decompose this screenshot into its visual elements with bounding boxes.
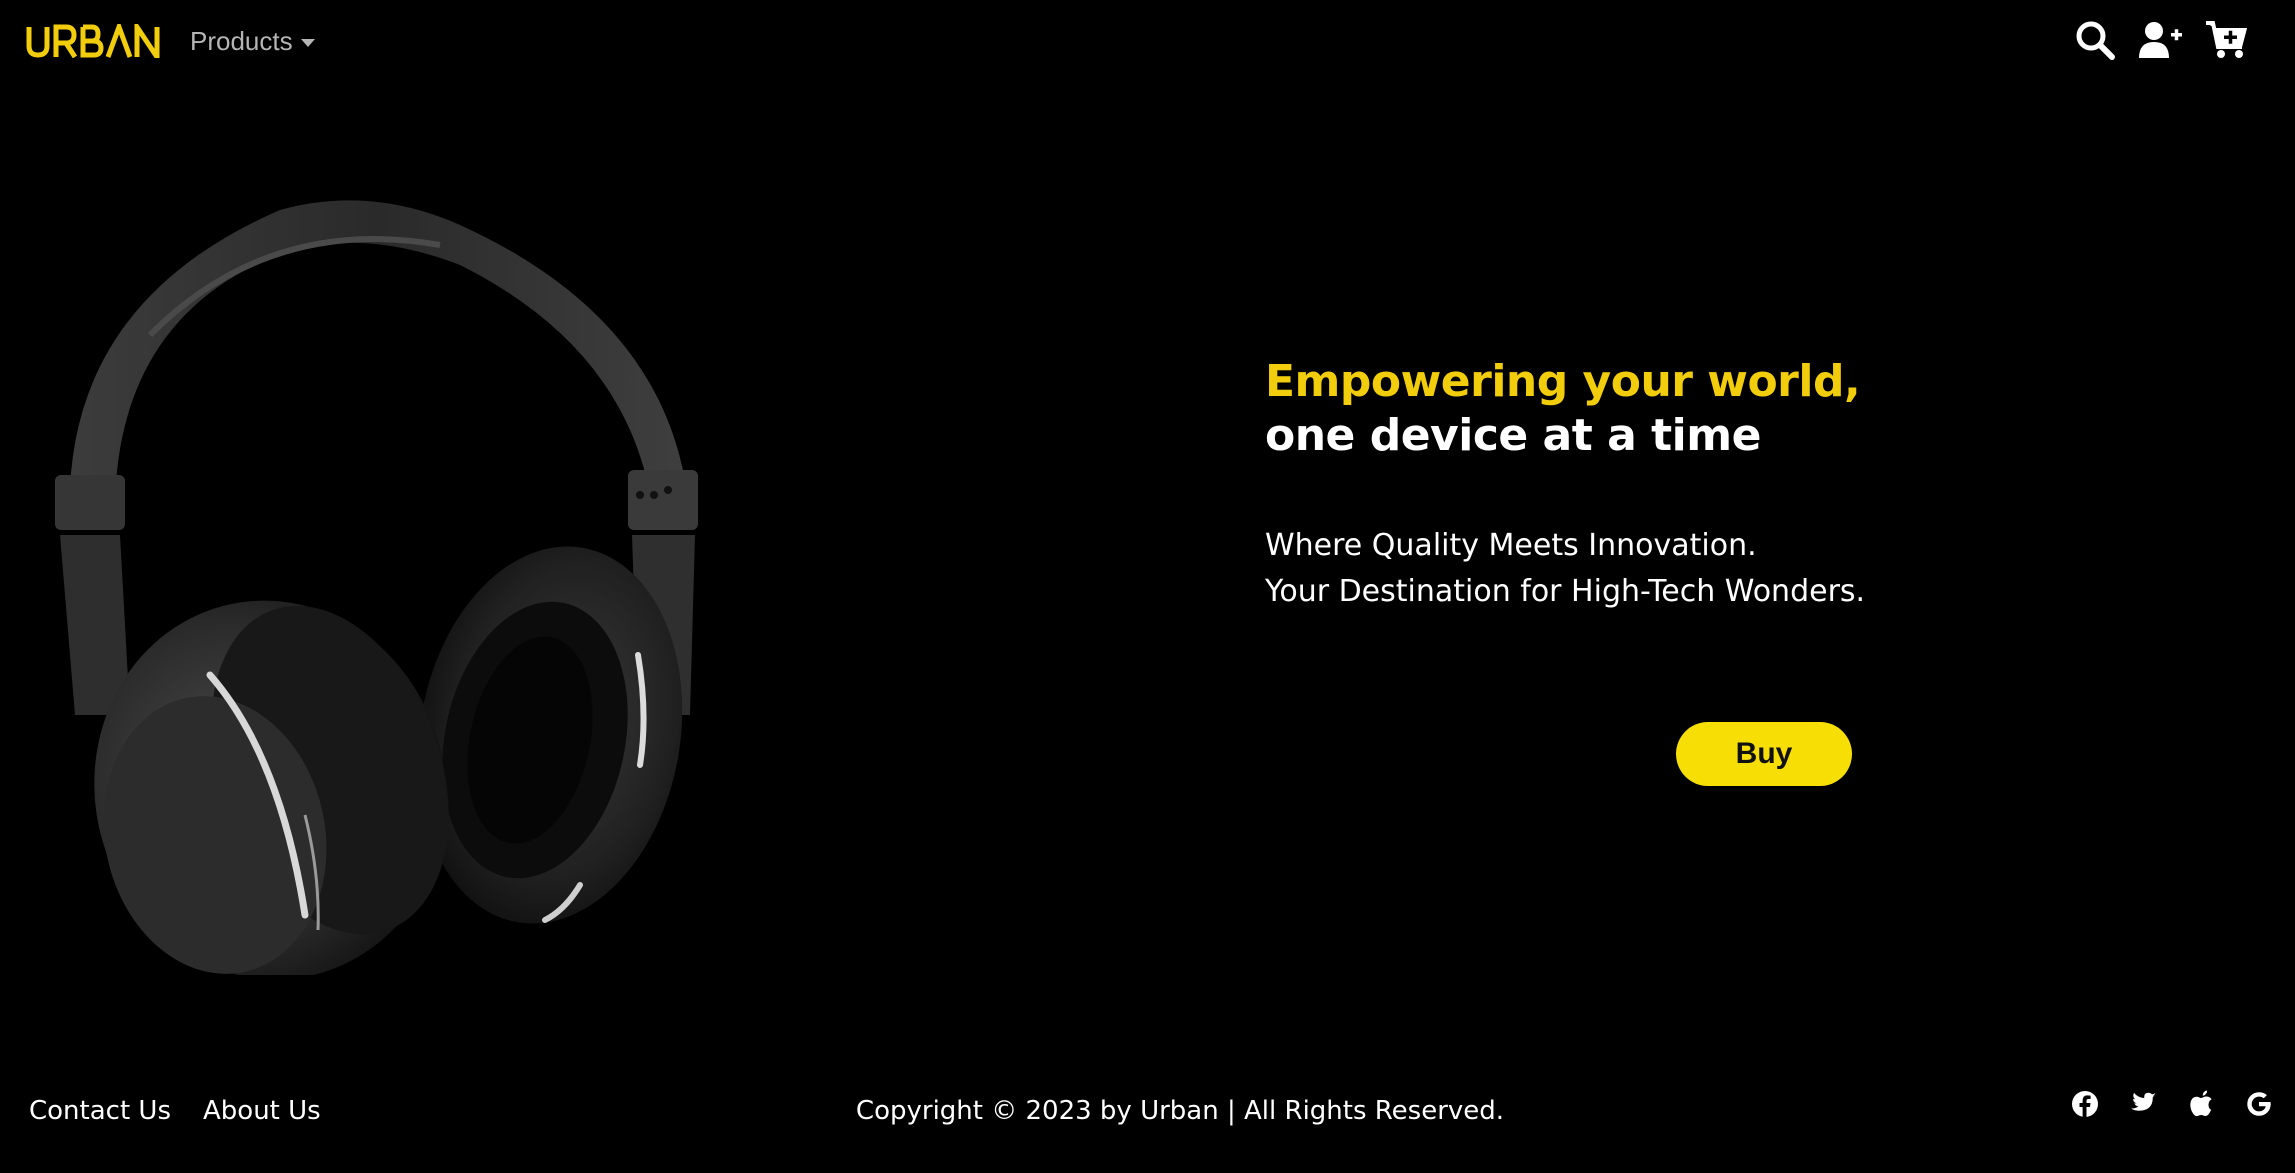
hero-headline: Empowering your world, one device at a t… <box>1265 355 1865 463</box>
headline-rest: one device at a time <box>1265 410 1761 461</box>
apple-icon[interactable] <box>2187 1090 2215 1118</box>
headline-accent: Empowering your world, <box>1265 356 1861 407</box>
urban-logo-icon <box>26 24 160 58</box>
nav-icons <box>2073 18 2249 62</box>
products-dropdown[interactable]: Products <box>190 26 315 57</box>
buy-button[interactable]: Buy <box>1676 722 1852 786</box>
navbar: Products <box>0 0 2295 86</box>
cart-add-icon[interactable] <box>2205 18 2249 62</box>
footer: Contact Us About Us Copyright © 2023 by … <box>0 1080 2295 1140</box>
headphones-image <box>40 195 730 980</box>
social-links <box>2071 1090 2273 1118</box>
add-user-icon[interactable] <box>2139 18 2183 62</box>
google-icon[interactable] <box>2245 1090 2273 1118</box>
products-label: Products <box>190 26 293 56</box>
subline-1: Where Quality Meets Innovation. <box>1265 528 1757 563</box>
copyright-text: Copyright © 2023 by Urban | All Rights R… <box>855 1096 1505 1126</box>
twitter-icon[interactable] <box>2129 1090 2157 1118</box>
facebook-icon[interactable] <box>2071 1090 2099 1118</box>
search-icon[interactable] <box>2073 18 2117 62</box>
hero-subline: Where Quality Meets Innovation. Your Des… <box>1265 523 1865 615</box>
page: Products Empowering your world, one devi… <box>0 0 2295 1173</box>
brand-logo[interactable] <box>26 24 162 58</box>
hero-text: Empowering your world, one device at a t… <box>1265 355 1865 615</box>
subline-2: Your Destination for High-Tech Wonders. <box>1265 574 1866 609</box>
chevron-down-icon <box>300 38 315 47</box>
